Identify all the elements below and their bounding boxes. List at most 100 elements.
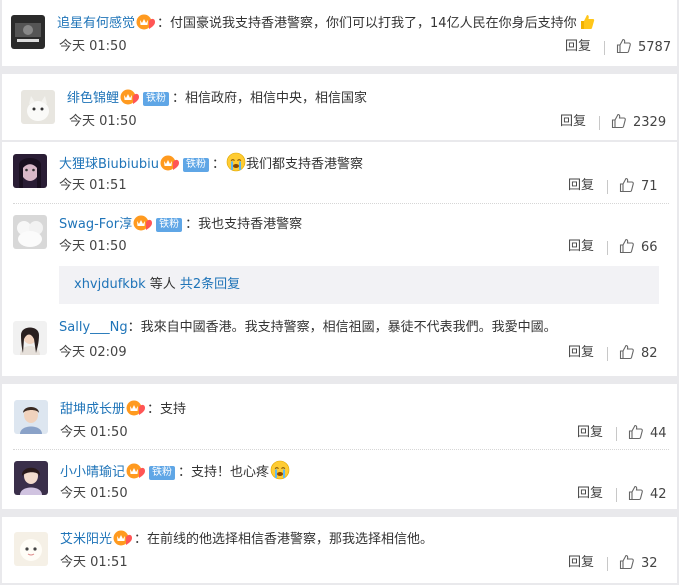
- vip-crown-icon[interactable]: [112, 529, 134, 546]
- like-button[interactable]: 5787: [616, 38, 671, 57]
- fan-badge: 铁粉: [149, 466, 176, 480]
- comment-line: 艾米阳光 ：在前线的他选择相信香港警察，那我选择相信他。: [60, 529, 433, 547]
- divider: [607, 557, 608, 571]
- like-button[interactable]: 42: [628, 485, 667, 504]
- like-count: 2329: [633, 115, 667, 130]
- timestamp: 今天 02:09: [59, 345, 127, 360]
- comment-line: 甜坤成长册 ：支持: [60, 399, 186, 417]
- divider: [13, 449, 669, 450]
- avatar[interactable]: [14, 461, 48, 495]
- comment-line: 追星有何感觉 ：付国豪说我支持香港警察，你们可以打我了，14亿人民在你身后支持你: [57, 13, 596, 31]
- like-button[interactable]: 44: [628, 424, 667, 443]
- fan-badge: 铁粉: [182, 158, 209, 172]
- comment-line: 大狸球Biubiubiu 铁粉：我们都支持香港警察: [59, 152, 364, 172]
- timestamp: 今天 01:50: [69, 114, 137, 129]
- username[interactable]: 小小晴瑜记: [60, 465, 125, 480]
- like-button[interactable]: 32: [619, 554, 658, 573]
- username[interactable]: 大狸球Biubiubiu: [59, 157, 159, 172]
- avatar[interactable]: [13, 321, 47, 355]
- sub-reply-label: 等人: [145, 277, 180, 292]
- timestamp: 今天 01:50: [59, 39, 127, 54]
- like-count: 66: [641, 240, 658, 255]
- like-count: 82: [641, 346, 658, 361]
- divider: [607, 347, 608, 361]
- avatar[interactable]: [11, 15, 45, 49]
- like-count: 5787: [638, 40, 672, 55]
- reply-button[interactable]: 回复: [568, 554, 594, 572]
- like-button[interactable]: 71: [619, 177, 658, 196]
- avatar[interactable]: [13, 215, 47, 249]
- comment-text: 我也支持香港警察: [198, 217, 303, 232]
- vip-crown-icon[interactable]: [159, 154, 181, 171]
- reply-button[interactable]: 回复: [577, 485, 603, 503]
- sub-reply-user[interactable]: xhvjdufkbk: [74, 277, 146, 292]
- username[interactable]: 甜坤成长册: [60, 402, 125, 417]
- comment-card: 艾米阳光 ：在前线的他选择相信香港警察，那我选择相信他。 今天 01:51 回复 …: [2, 517, 677, 583]
- vip-crown-icon[interactable]: [132, 214, 154, 231]
- thumbs-up-icon: [619, 554, 635, 570]
- thumbs-up-icon: [619, 238, 635, 254]
- divider: [604, 41, 605, 55]
- sub-replies-box: xhvjdufkbk 等人 共2条回复: [59, 266, 659, 304]
- timestamp: 今天 01:51: [60, 555, 128, 570]
- vip-crown-icon[interactable]: [125, 399, 147, 416]
- avatar[interactable]: [13, 154, 47, 188]
- timestamp: 今天 01:50: [59, 239, 127, 254]
- thumbs-up-emoji-icon: [578, 13, 596, 31]
- crying-face-emoji-icon: [226, 152, 246, 172]
- thumbs-up-icon: [619, 177, 635, 193]
- crying-face-emoji-icon: [270, 460, 290, 480]
- comment-text: 我们都支持香港警察: [246, 157, 364, 172]
- vip-crown-icon[interactable]: [135, 13, 157, 30]
- reply-button[interactable]: 回复: [568, 344, 594, 362]
- comment-card: 追星有何感觉 ：付国豪说我支持香港警察，你们可以打我了，14亿人民在你身后支持你 …: [2, 0, 677, 66]
- thumbs-up-icon: [628, 424, 644, 440]
- comment-text: 我來自中國香港。我支持警察，相信祖國，暴徒不代表我們。我愛中國。: [140, 320, 557, 335]
- like-button[interactable]: 66: [619, 238, 658, 257]
- comment-line: 绯色锦鲤 铁粉 ：相信政府，相信中央，相信国家: [67, 88, 367, 106]
- reply-button[interactable]: 回复: [568, 238, 594, 256]
- reply-button[interactable]: 回复: [565, 38, 591, 56]
- reply-button[interactable]: 回复: [560, 113, 586, 131]
- like-count: 42: [650, 487, 667, 502]
- avatar[interactable]: [14, 400, 48, 434]
- reply-button[interactable]: 回复: [568, 177, 594, 195]
- username[interactable]: 绯色锦鲤: [67, 91, 119, 106]
- avatar[interactable]: [14, 532, 48, 566]
- username[interactable]: Sally___Ng: [59, 320, 128, 335]
- divider: [599, 116, 600, 130]
- divider: [616, 488, 617, 502]
- username[interactable]: 追星有何感觉: [57, 16, 135, 31]
- avatar[interactable]: [21, 90, 55, 124]
- divider: [13, 203, 669, 204]
- comment-text: 支持: [160, 402, 187, 417]
- username[interactable]: Swag-For淳: [59, 217, 132, 232]
- comment-card: 甜坤成长册 ：支持 今天 01:50 回复 44 小小晴瑜记 铁粉 ：支持！也心疼 今…: [2, 384, 677, 509]
- comment-line: Swag-For淳 铁粉 ：我也支持香港警察: [59, 214, 302, 232]
- thumbs-up-icon: [628, 485, 644, 501]
- comment-line: 小小晴瑜记 铁粉 ：支持！也心疼: [60, 460, 290, 480]
- like-count: 44: [650, 426, 667, 441]
- more-replies-link[interactable]: 共2条回复: [180, 277, 240, 292]
- reply-button[interactable]: 回复: [577, 424, 603, 442]
- timestamp: 今天 01:50: [60, 486, 128, 501]
- like-count: 32: [641, 556, 658, 571]
- divider: [616, 427, 617, 441]
- timestamp: 今天 01:51: [59, 178, 127, 193]
- timestamp: 今天 01:50: [60, 425, 128, 440]
- fan-badge: 铁粉: [156, 218, 183, 232]
- comment-text: 付国豪说我支持香港警察，你们可以打我了，14亿人民在你身后支持你: [170, 16, 577, 31]
- comment-text: 相信政府，相信中央，相信国家: [185, 91, 368, 106]
- thumbs-up-icon: [616, 38, 632, 54]
- vip-crown-icon[interactable]: [119, 88, 141, 105]
- vip-crown-icon[interactable]: [125, 462, 147, 479]
- comment-card: 绯色锦鲤 铁粉 ：相信政府，相信中央，相信国家 今天 01:50 回复 2329: [2, 74, 677, 140]
- like-button[interactable]: 82: [619, 344, 658, 363]
- like-button[interactable]: 2329: [611, 113, 666, 132]
- divider: [607, 241, 608, 255]
- username[interactable]: 艾米阳光: [60, 532, 112, 547]
- fan-badge: 铁粉: [143, 92, 170, 106]
- comment-line: Sally___Ng：我來自中國香港。我支持警察，相信祖國，暴徒不代表我們。我愛…: [59, 320, 557, 335]
- comment-text: 在前线的他选择相信香港警察，那我选择相信他。: [147, 532, 434, 547]
- thumbs-up-icon: [619, 344, 635, 360]
